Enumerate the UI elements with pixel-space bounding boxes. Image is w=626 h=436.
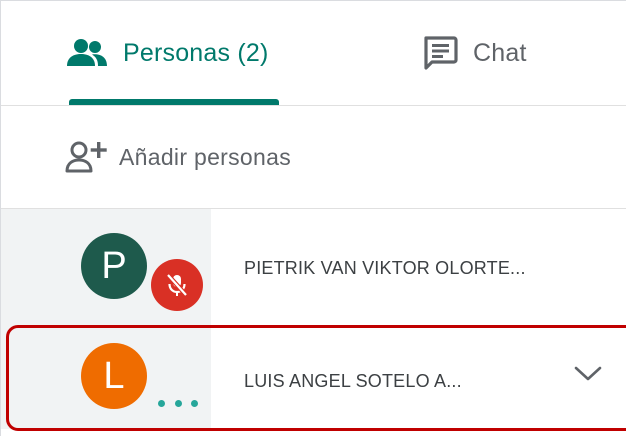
avatar-initial: P bbox=[101, 244, 127, 287]
avatar: L bbox=[81, 343, 147, 409]
add-person-icon bbox=[65, 140, 109, 174]
avatar: P bbox=[81, 233, 147, 299]
avatar-column: P bbox=[1, 209, 211, 319]
tab-chat[interactable]: Chat bbox=[421, 1, 601, 105]
chat-icon bbox=[421, 34, 459, 72]
more-dots-icon bbox=[158, 397, 198, 409]
add-people-button[interactable]: Añadir personas bbox=[1, 106, 626, 209]
participant-row[interactable]: L LUIS ANGEL SOTELO A... bbox=[1, 319, 626, 429]
add-people-label: Añadir personas bbox=[119, 143, 291, 170]
speaking-dot bbox=[174, 399, 182, 407]
participant-row[interactable]: P PIETRIK VAN VIKTOR OLORTE... bbox=[1, 209, 626, 319]
people-icon bbox=[65, 38, 109, 68]
active-tab-indicator bbox=[69, 99, 279, 105]
tab-people[interactable]: Personas (2) bbox=[65, 1, 281, 105]
panel-tabs: Personas (2) Chat bbox=[1, 1, 626, 106]
participant-name: PIETRIK VAN VIKTOR OLORTE... bbox=[244, 258, 526, 278]
mic-off-badge bbox=[151, 259, 203, 311]
participant-name: LUIS ANGEL SOTELO A... bbox=[244, 371, 462, 391]
tab-chat-label: Chat bbox=[473, 38, 527, 67]
meeting-side-panel: Personas (2) Chat Añadir personas P PIET… bbox=[0, 0, 626, 436]
avatar-column: L bbox=[1, 319, 211, 429]
chevron-down-icon[interactable] bbox=[573, 363, 603, 383]
speaking-dot bbox=[158, 399, 165, 407]
speaking-dot bbox=[191, 399, 198, 407]
tab-people-label: Personas (2) bbox=[123, 38, 269, 67]
avatar-initial: L bbox=[103, 354, 125, 397]
mic-off-icon bbox=[163, 271, 191, 299]
